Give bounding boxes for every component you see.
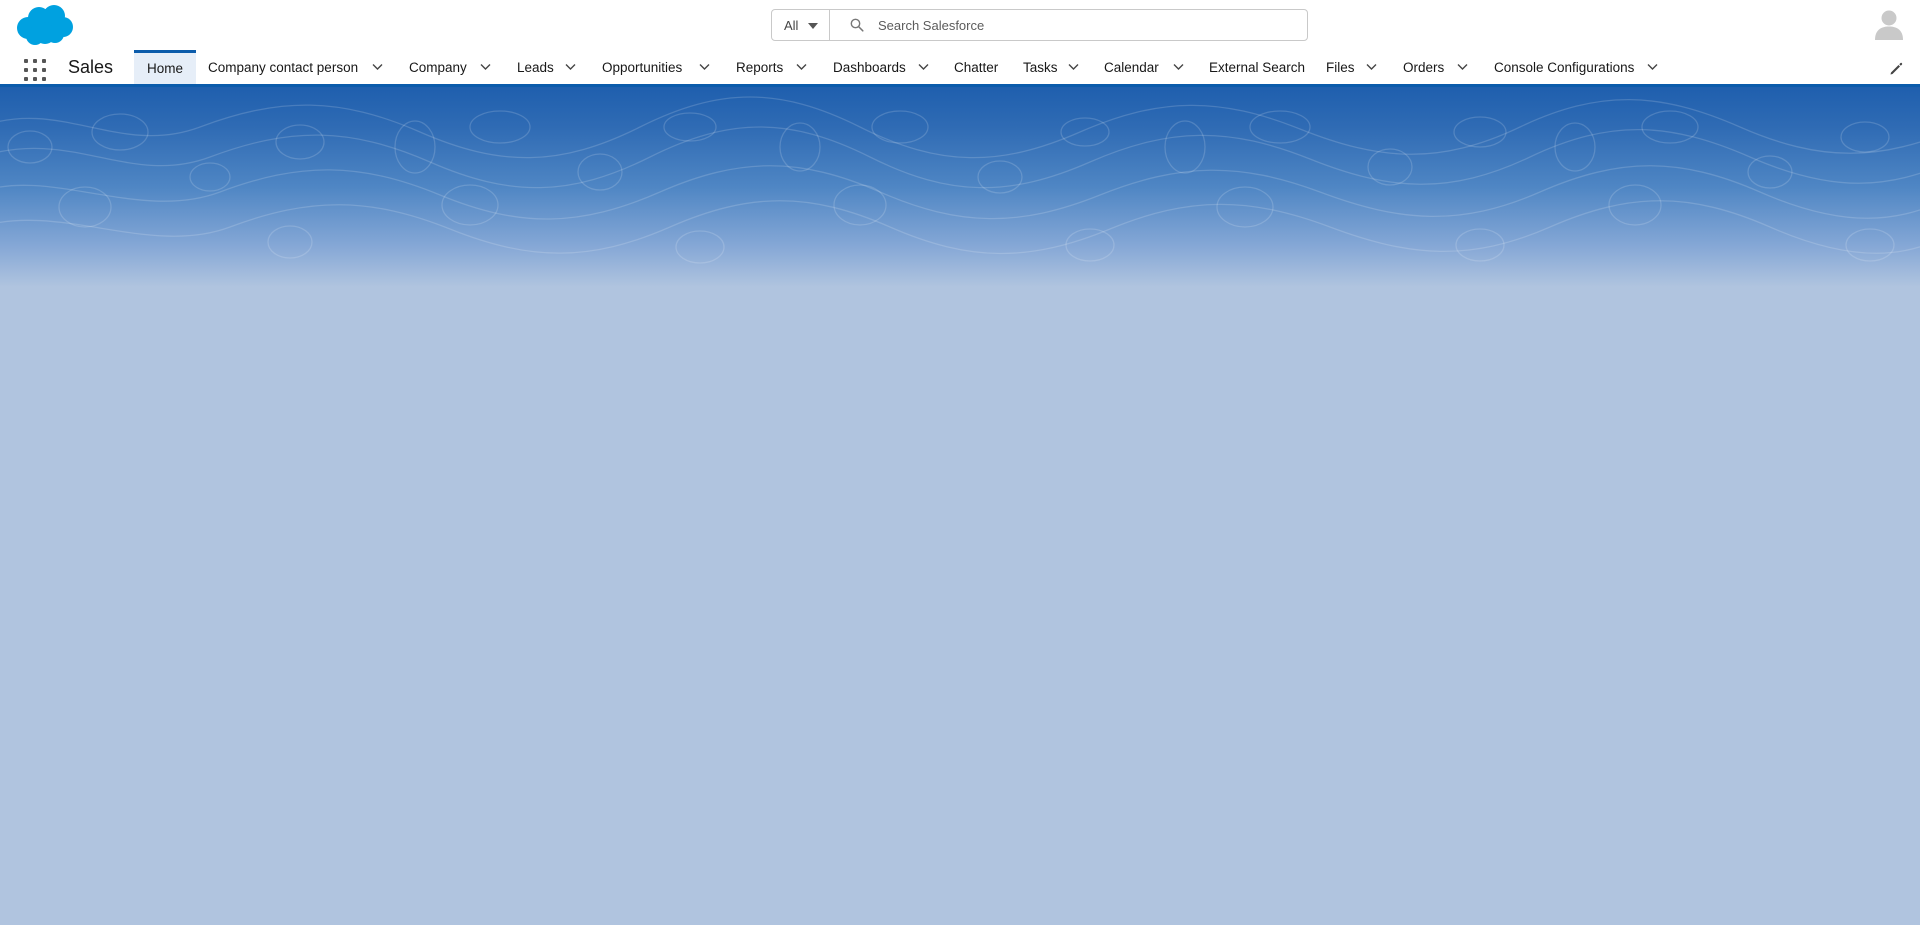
nav-item-console-configurations[interactable]: Console Configurations: [1494, 50, 1634, 84]
global-search: All: [771, 9, 1308, 41]
nav-item-label: Orders: [1403, 59, 1445, 75]
nav-item-leads[interactable]: Leads: [517, 50, 554, 84]
nav-item-chatter[interactable]: Chatter: [954, 50, 998, 84]
app-name: Sales: [68, 57, 114, 77]
nav-item-tasks[interactable]: Tasks: [1023, 50, 1058, 84]
search-input[interactable]: [864, 17, 1304, 33]
chevron-down-icon: [372, 63, 383, 71]
chevron-down-icon: [1457, 63, 1468, 71]
nav-item-label: Opportunities: [602, 59, 683, 75]
nav-item-label: External Search: [1209, 59, 1306, 75]
nav-item-label: Leads: [517, 59, 554, 75]
nav-item-label: Calendar: [1104, 59, 1159, 75]
nav-item-company-contact-person[interactable]: Company contact person: [208, 50, 358, 84]
user-avatar-button[interactable]: [1874, 8, 1904, 41]
search-scope-dropdown[interactable]: All: [772, 10, 830, 40]
app-navigation-bar: Sales Home Company contact person Compan…: [0, 50, 1920, 87]
chevron-down-icon: [1068, 63, 1079, 71]
nav-item-label: Company: [409, 59, 467, 75]
chevron-down-icon: [796, 63, 807, 71]
nav-item-orders[interactable]: Orders: [1403, 50, 1444, 84]
caret-down-icon: [808, 23, 818, 29]
nav-item-label: Company contact person: [208, 59, 359, 75]
chevron-down-icon: [1647, 63, 1658, 71]
nav-item-company[interactable]: Company: [409, 50, 467, 84]
salesforce-logo[interactable]: [15, 4, 73, 46]
user-avatar-icon: [1875, 10, 1903, 40]
search-scope-label: All: [784, 17, 799, 33]
topographic-pattern: [0, 96, 1920, 264]
nav-item-files[interactable]: Files: [1326, 50, 1355, 84]
nav-item-label: Dashboards: [833, 59, 906, 75]
salesforce-cloud-icon: [17, 5, 73, 45]
nav-item-label: Tasks: [1023, 59, 1058, 75]
chevron-down-icon: [480, 63, 491, 71]
nav-item-home[interactable]: Home: [134, 50, 196, 84]
nav-item-dashboards[interactable]: Dashboards: [833, 50, 906, 84]
page-content-area: [0, 287, 1920, 925]
nav-item-label: Reports: [736, 59, 784, 75]
chevron-down-icon: [1173, 63, 1184, 71]
edit-nav-button[interactable]: [1889, 62, 1903, 76]
search-field: [830, 10, 1307, 40]
nav-item-opportunities[interactable]: Opportunities: [602, 50, 682, 84]
nav-item-label: Files: [1326, 59, 1355, 75]
chevron-down-icon: [699, 63, 710, 71]
app-launcher-icon[interactable]: [24, 59, 46, 81]
search-icon: [850, 18, 864, 32]
nav-item-calendar[interactable]: Calendar: [1104, 50, 1159, 84]
nav-item-label: Home: [146, 61, 183, 76]
nav-item-label: Console Configurations: [1494, 59, 1635, 75]
nav-item-label: Chatter: [954, 59, 999, 75]
pencil-icon: [1890, 62, 1903, 75]
chevron-down-icon: [918, 63, 929, 71]
nav-item-external-search[interactable]: External Search: [1209, 50, 1305, 84]
chevron-down-icon: [1366, 63, 1377, 71]
chevron-down-icon: [565, 63, 576, 71]
nav-item-reports[interactable]: Reports: [736, 50, 783, 84]
global-header: All: [0, 0, 1920, 50]
page-banner: [0, 87, 1920, 287]
